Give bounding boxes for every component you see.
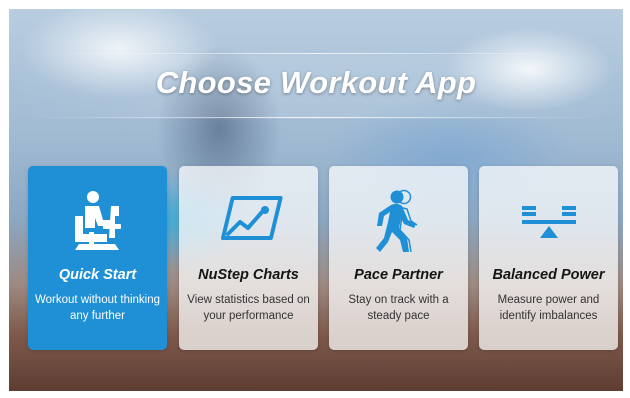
app-card-title: Balanced Power: [492, 267, 605, 283]
app-card-description: Measure power and identify imbalances: [497, 294, 600, 322]
app-card-description: Stay on track with a steady pace: [348, 294, 449, 322]
line-chart-icon: [179, 188, 318, 252]
app-card-pace-partner[interactable]: Pace Partner Stay on track with a steady…: [329, 166, 468, 350]
app-card-quick-start[interactable]: Quick Start Workout without thinking any…: [28, 166, 167, 350]
app-card-nustep-charts[interactable]: NuStep Charts View statistics based on y…: [179, 166, 318, 350]
page-title: Choose Workout App: [155, 65, 477, 100]
balance-scale-icon: [479, 188, 618, 252]
app-card-title: NuStep Charts: [198, 267, 299, 283]
person-on-stepper-icon: [28, 188, 167, 252]
app-card-description: View statistics based on your performanc…: [187, 294, 310, 322]
workout-app-screen: Choose Workout App Quick Start Workout w…: [9, 9, 623, 391]
app-card-balanced-power[interactable]: Balanced Power Measure power and identif…: [479, 166, 618, 350]
walking-person-icon: [329, 188, 468, 252]
title-divider-top: [39, 53, 593, 54]
title-divider-bottom: [39, 117, 593, 118]
app-card-description: Workout without thinking any further: [34, 294, 161, 322]
app-card-title: Pace Partner: [354, 267, 443, 283]
app-card-title: Quick Start: [58, 267, 137, 283]
